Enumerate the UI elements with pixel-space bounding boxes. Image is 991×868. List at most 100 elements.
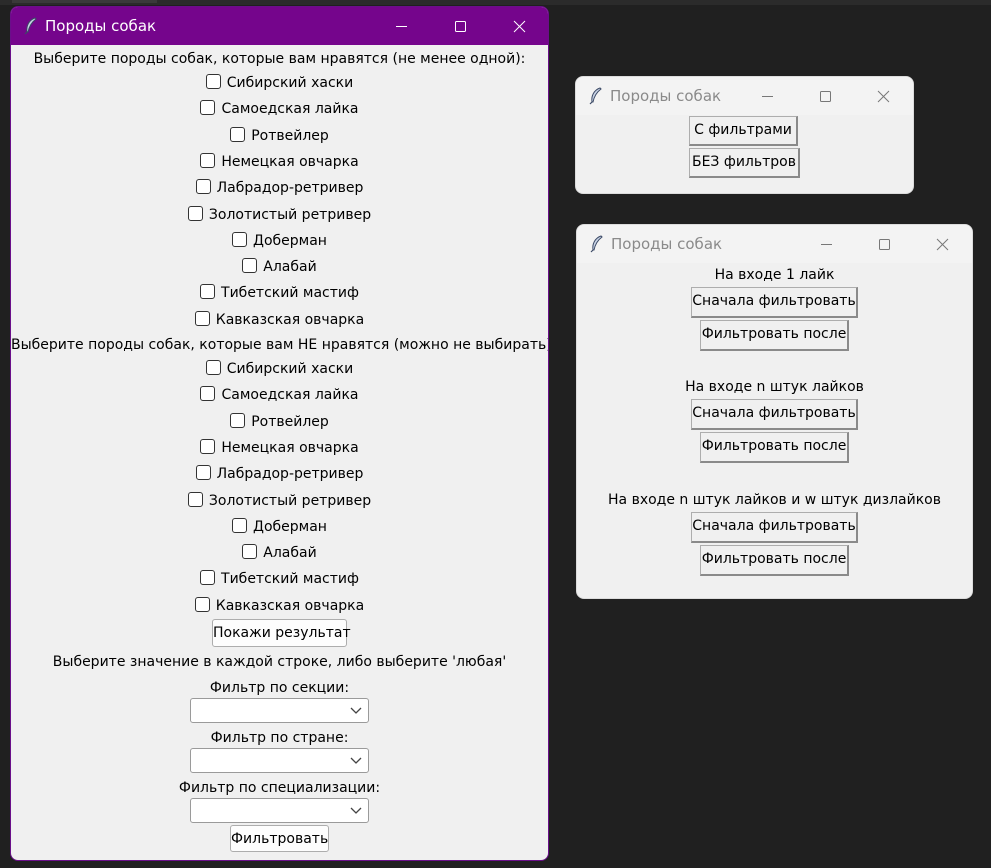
maximize-button[interactable]: [437, 7, 483, 45]
likes-breed-item[interactable]: Золотистый ретривер: [11, 205, 548, 225]
window-title: Породы собак: [610, 87, 722, 105]
likes-breed-item[interactable]: Кавказская овчарка: [11, 310, 548, 330]
dislikes-breed-item[interactable]: Сибирский хаски: [11, 359, 548, 379]
with-filters-button[interactable]: С фильтрами: [689, 116, 798, 146]
likes-checkbox[interactable]: [232, 231, 248, 247]
likes-prompt: Выберите породы собак, которые вам нравя…: [33, 51, 526, 67]
minimize-button[interactable]: [378, 7, 424, 45]
breed-label: Самоедская лайка: [221, 387, 359, 404]
maximize-button[interactable]: [802, 77, 848, 115]
breed-label: Алабай: [263, 545, 317, 562]
minimize-icon: [820, 243, 832, 245]
breed-label: Алабай: [263, 259, 317, 276]
minimize-button[interactable]: [803, 225, 849, 263]
breed-label: Кавказская овчарка: [215, 311, 365, 328]
likes-checkbox[interactable]: [200, 284, 216, 300]
filter-after-button[interactable]: Фильтровать после: [700, 545, 849, 576]
likes-checkbox[interactable]: [187, 205, 203, 221]
dislikes-checkbox[interactable]: [195, 465, 211, 481]
minimize-button[interactable]: [744, 77, 790, 115]
dislikes-breed-item[interactable]: Самоедская лайка: [11, 385, 548, 405]
breed-label: Доберман: [253, 232, 327, 249]
filter-button[interactable]: Фильтровать: [230, 825, 329, 852]
input-window: Породы собак На входе 1 лайк Сначала фил…: [576, 224, 973, 599]
dislikes-checkbox[interactable]: [194, 596, 210, 612]
likes-breed-item[interactable]: Лабрадор-ретривер: [11, 178, 548, 198]
minimize-icon: [761, 95, 773, 97]
breed-label: Немецкая овчарка: [221, 439, 359, 456]
likes-breed-item[interactable]: Ротвейлер: [11, 126, 548, 146]
likes-breed-item[interactable]: Сибирский хаски: [11, 73, 548, 93]
spec-filter-label: Фильтр по специализации:: [178, 780, 381, 796]
dislikes-checkbox[interactable]: [200, 386, 216, 402]
country-filter-combobox[interactable]: [190, 748, 369, 773]
filter-after-button[interactable]: Фильтровать после: [700, 432, 849, 463]
chevron-down-icon: [350, 707, 362, 714]
dislikes-breed-item[interactable]: Немецкая овчарка: [11, 438, 548, 458]
likes-checkbox[interactable]: [230, 126, 246, 142]
breed-label: Лабрадор-ретривер: [216, 466, 364, 483]
likes-checkbox[interactable]: [205, 74, 221, 89]
chevron-down-icon: [350, 807, 362, 814]
close-button[interactable]: [496, 7, 542, 45]
dislikes-checkbox[interactable]: [200, 438, 216, 454]
input-titlebar[interactable]: Породы собак: [577, 225, 972, 263]
close-icon: [877, 90, 889, 102]
likes-checkbox[interactable]: [195, 179, 211, 195]
main-window: Породы собак Выберите породы собак, кото…: [10, 6, 549, 861]
group-heading: На входе n штук лайков и w штук дизлайко…: [608, 492, 941, 508]
section-filter-label: Фильтр по секции:: [209, 680, 350, 696]
dislikes-checkbox[interactable]: [187, 491, 203, 507]
dislikes-breed-item[interactable]: Тибетский мастиф: [11, 569, 548, 589]
likes-breed-item[interactable]: Тибетский мастиф: [11, 283, 548, 303]
main-titlebar[interactable]: Породы собак: [11, 7, 548, 45]
show-result-button[interactable]: Покажи результат: [212, 619, 351, 647]
maximize-button[interactable]: [861, 225, 907, 263]
filter-first-button[interactable]: Сначала фильтровать: [691, 287, 858, 318]
background-app-strip: [0, 0, 991, 5]
filter-first-button[interactable]: Сначала фильтровать: [691, 399, 858, 430]
likes-checkbox[interactable]: [242, 258, 258, 274]
mode-window: Породы собак С фильтрами БЕЗ фильтров: [575, 76, 914, 194]
breed-label: Лабрадор-ретривер: [216, 180, 364, 197]
dislikes-checkbox[interactable]: [200, 570, 216, 586]
filter-after-button[interactable]: Фильтровать после: [700, 320, 849, 351]
spec-filter-combobox[interactable]: [190, 798, 369, 823]
feather-icon: [24, 17, 37, 35]
likes-breed-item[interactable]: Самоедская лайка: [11, 99, 548, 119]
filter-first-button[interactable]: Сначала фильтровать: [691, 512, 858, 543]
chevron-down-icon: [350, 757, 362, 764]
breed-label: Сибирский хаски: [226, 361, 354, 377]
likes-checkbox[interactable]: [194, 310, 210, 326]
breed-label: Доберман: [253, 518, 327, 535]
maximize-icon: [454, 20, 466, 32]
likes-checkbox[interactable]: [200, 100, 216, 116]
close-icon: [936, 238, 948, 250]
likes-breed-item[interactable]: Алабай: [11, 257, 548, 277]
section-filter-combobox[interactable]: [190, 698, 369, 723]
likes-breed-item[interactable]: Доберман: [11, 231, 548, 251]
mode-titlebar[interactable]: Породы собак: [576, 77, 913, 115]
without-filters-button[interactable]: БЕЗ фильтров: [689, 148, 800, 178]
breed-label: Тибетский мастиф: [221, 571, 359, 588]
breed-label: Немецкая овчарка: [221, 153, 359, 170]
filter-prompt: Выберите значение в каждой строке, либо …: [52, 654, 507, 670]
window-title: Породы собак: [611, 235, 723, 253]
close-button[interactable]: [860, 77, 906, 115]
dislikes-checkbox[interactable]: [230, 412, 246, 428]
dislikes-breed-item[interactable]: Кавказская овчарка: [11, 596, 548, 616]
dislikes-checkbox[interactable]: [232, 517, 248, 533]
breed-label: Тибетский мастиф: [221, 285, 359, 302]
minimize-icon: [395, 25, 407, 27]
dislikes-breed-item[interactable]: Алабай: [11, 543, 548, 563]
dislikes-breed-item[interactable]: Доберман: [11, 517, 548, 537]
dislikes-breed-item[interactable]: Лабрадор-ретривер: [11, 464, 548, 484]
close-button[interactable]: [919, 225, 965, 263]
likes-breed-item[interactable]: Немецкая овчарка: [11, 152, 548, 172]
dislikes-checkbox[interactable]: [205, 360, 221, 375]
dislikes-breed-item[interactable]: Ротвейлер: [11, 412, 548, 432]
background-tab: [12, 0, 157, 3]
dislikes-checkbox[interactable]: [242, 544, 258, 560]
dislikes-breed-item[interactable]: Золотистый ретривер: [11, 491, 548, 511]
likes-checkbox[interactable]: [200, 152, 216, 168]
